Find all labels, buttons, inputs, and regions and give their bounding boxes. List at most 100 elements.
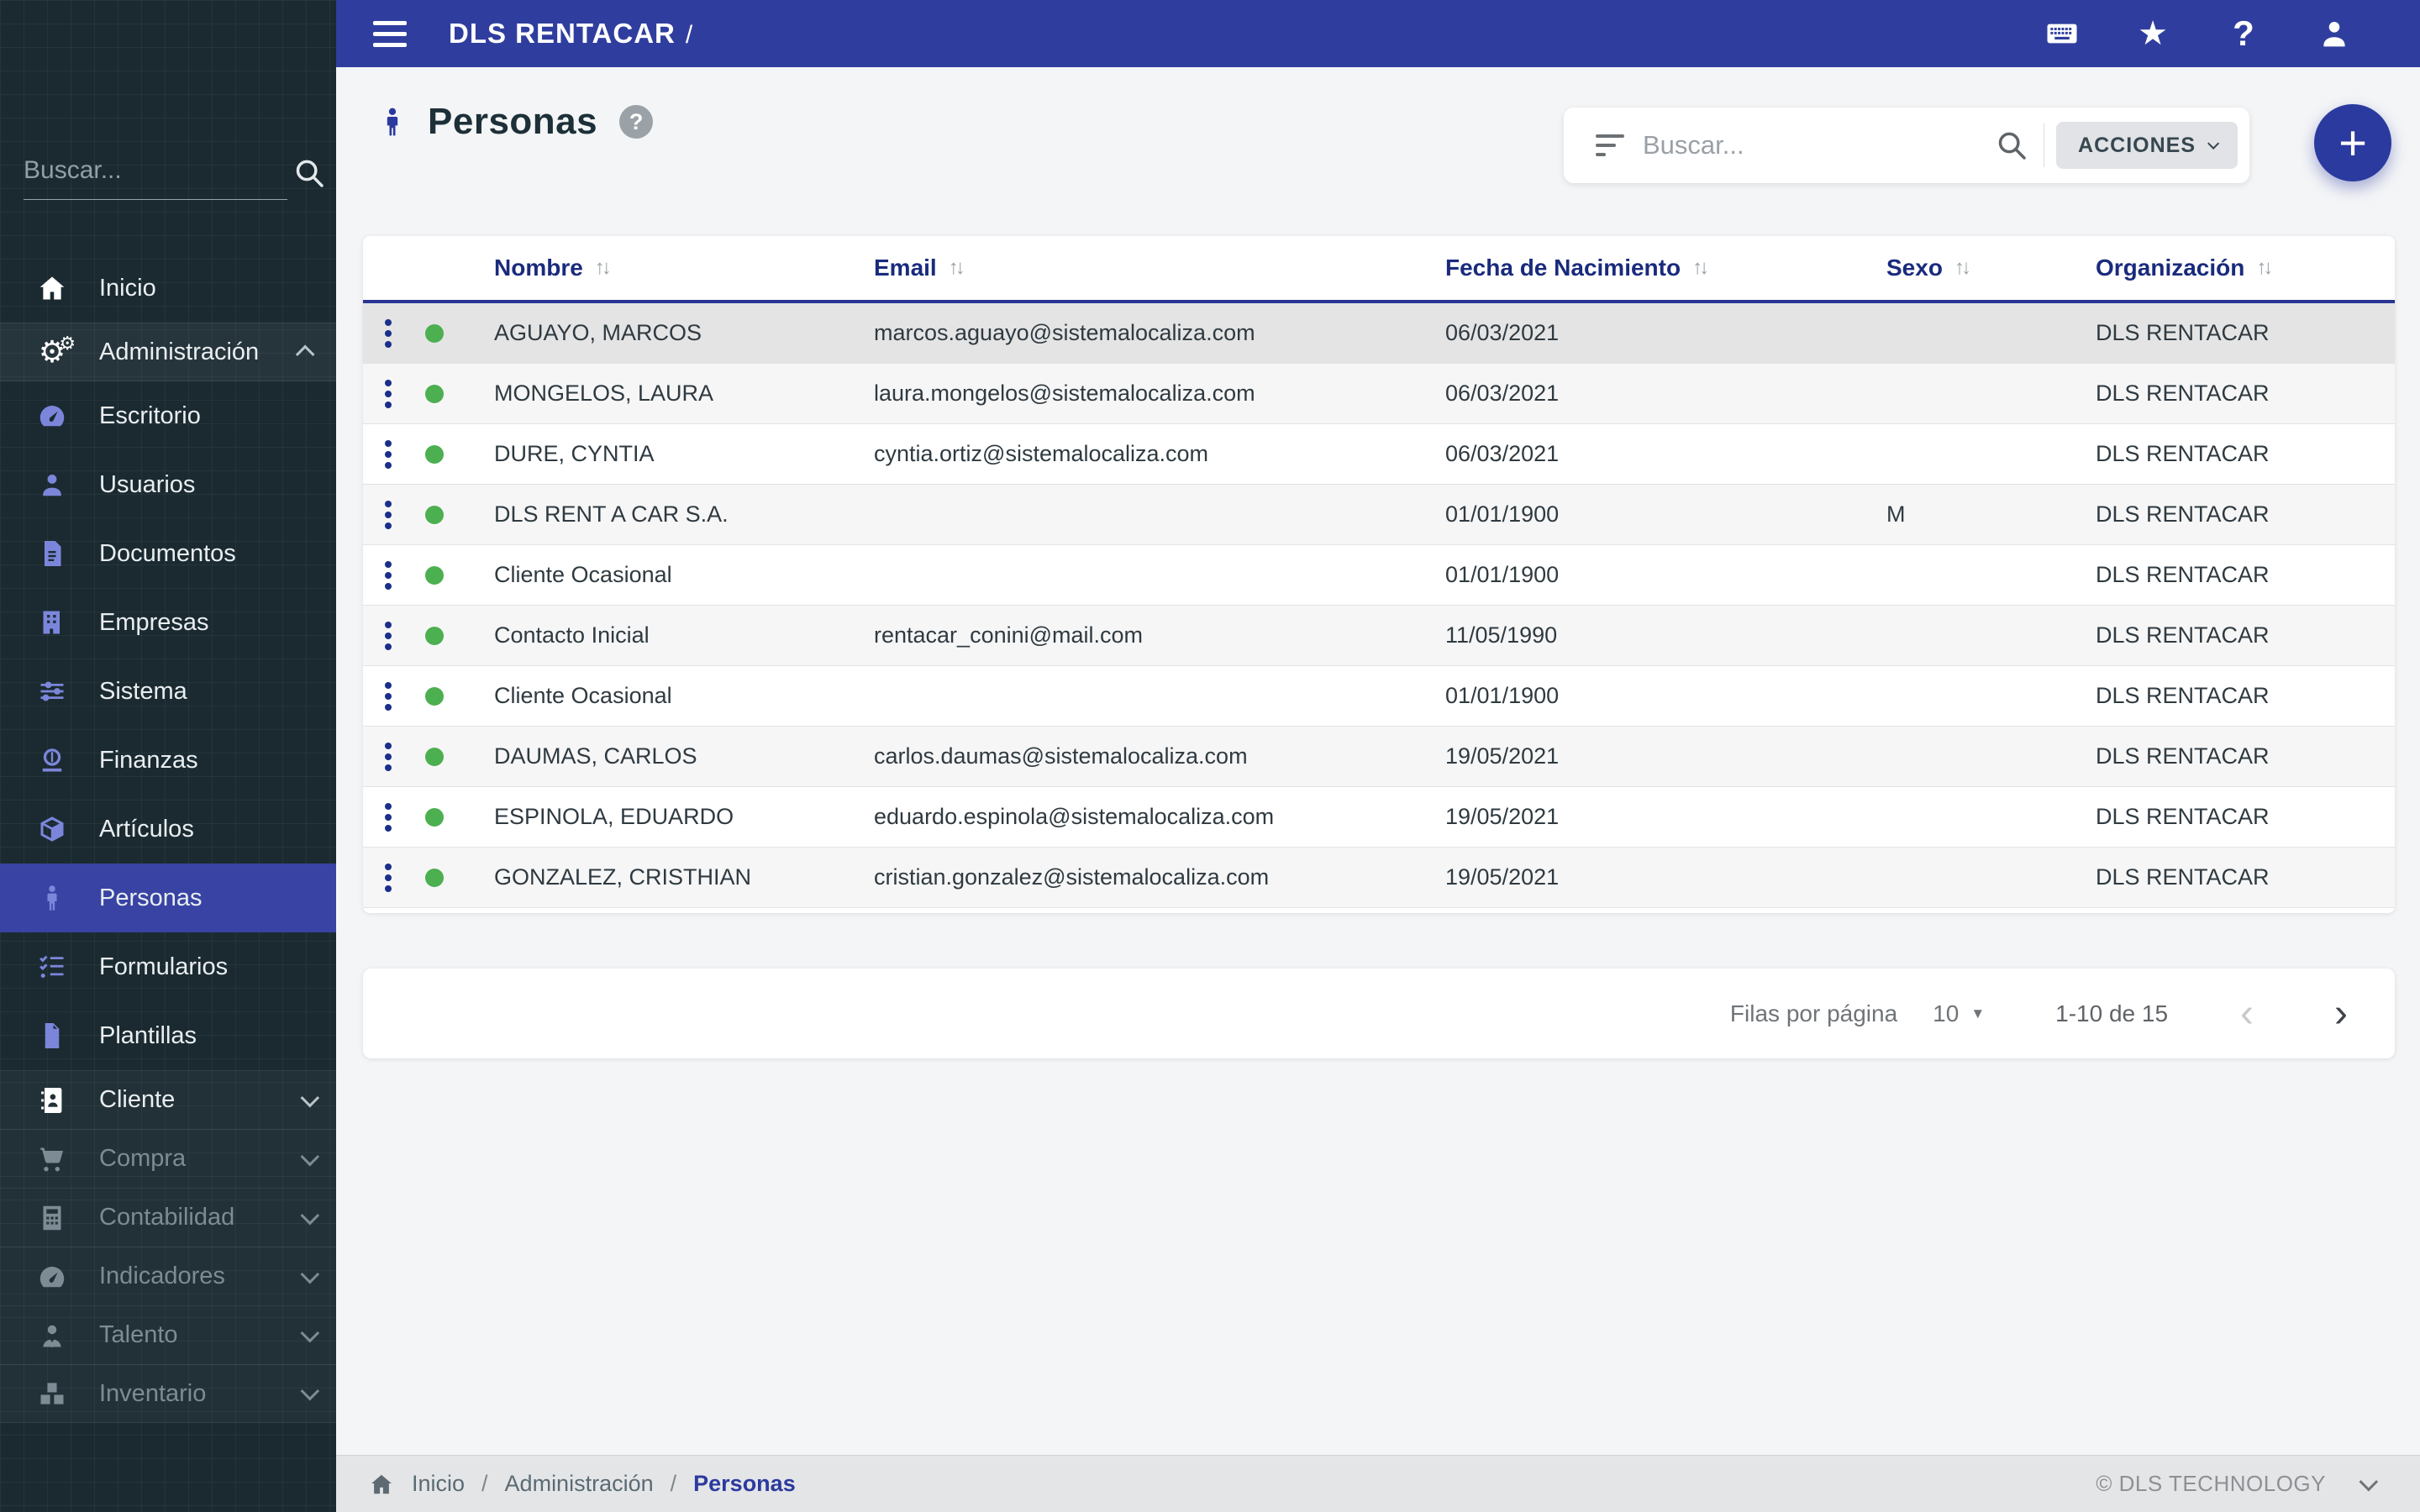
sort-icon[interactable]: ↑↓ [949,256,965,280]
status-dot [425,747,444,766]
column-header-organizacion[interactable]: Organización ↑↓ [2069,255,2395,281]
boxes-icon [34,1377,71,1410]
add-button[interactable]: + [2314,104,2391,181]
search-icon[interactable] [292,156,326,190]
cell-org: DLS RENTACAR [2096,501,2270,527]
cell-nombre: Cliente Ocasional [494,562,672,587]
breadcrumb-separator: / [670,1471,677,1496]
sidebar-item-finanzas[interactable]: Finanzas [0,726,336,795]
row-menu-icon[interactable] [380,738,397,776]
next-page-button[interactable]: › [2334,993,2348,1034]
row-menu-icon[interactable] [380,496,397,534]
column-header-email[interactable]: Email ↑↓ [850,255,1422,281]
column-header-nombre[interactable]: Nombre ↑↓ [464,255,850,281]
sidebar-item-label: Administración [99,338,260,365]
sort-icon[interactable]: ↑↓ [1692,256,1709,280]
page-header: Personas ? [376,101,654,143]
cell-nombre: ESPINOLA, EDUARDO [494,804,734,829]
row-menu-icon[interactable] [380,617,397,655]
checklist-icon [34,950,71,984]
sort-icon[interactable]: ↑↓ [595,256,612,280]
status-dot [425,323,444,343]
dropdown-caret-icon: ▼ [1970,1005,1986,1021]
cell-org: DLS RENTACAR [2096,320,2270,345]
cell-fecha: 19/05/2021 [1445,864,1560,890]
cell-nombre: Contacto Inicial [494,622,650,648]
row-menu-icon[interactable] [380,798,397,837]
sidebar-item-sistema[interactable]: Sistema [0,657,336,726]
row-menu-icon[interactable] [380,858,397,897]
page-help-icon[interactable]: ? [619,105,654,139]
sort-icon[interactable]: ↑↓ [2256,256,2273,280]
sidebar-item-inventario[interactable]: Inventario [0,1364,336,1423]
cell-org: DLS RENTACAR [2096,562,2270,587]
search-icon[interactable] [1995,129,2028,162]
keyboard-icon[interactable] [2044,15,2081,52]
contacts-icon [34,1084,71,1117]
home-icon[interactable] [368,1472,395,1497]
sidebar-item-label: Documentos [99,539,236,567]
actions-button[interactable]: ACCIONES [2056,122,2238,169]
chevron-down-icon[interactable] [2359,1472,2379,1491]
sidebar-item-compra[interactable]: Compra [0,1129,336,1188]
sidebar-item-empresas[interactable]: Empresas [0,588,336,657]
table-row[interactable]: Cliente Ocasional 01/01/1900 DLS RENTACA… [363,545,2395,606]
sidebar-item-escritorio[interactable]: Escritorio [0,381,336,450]
sidebar-item-label: Sistema [99,677,187,705]
footer: Inicio / Administración / Personas © DLS… [336,1455,2420,1512]
rows-per-page-select[interactable]: 10 ▼ [1933,1000,1985,1027]
filter-icon[interactable] [1596,134,1624,156]
footer-right: © DLS TECHNOLOGY [2096,1471,2420,1497]
column-header-sexo[interactable]: Sexo ↑↓ [1876,255,2069,281]
row-menu-icon[interactable] [380,677,397,716]
table-row[interactable]: DLS RENT A CAR S.A. 01/01/1900 M DLS REN… [363,485,2395,545]
table-row[interactable]: MONGELOS, LAURA laura.mongelos@sistemalo… [363,364,2395,424]
cell-nombre: AGUAYO, MARCOS [494,320,702,345]
cell-fecha: 01/01/1900 [1445,501,1560,527]
help-icon[interactable]: ? [2225,13,2262,53]
sidebar-item-indicadores[interactable]: Indicadores [0,1247,336,1305]
cell-email: cristian.gonzalez@sistemalocaliza.com [874,864,1270,890]
sidebar-item-usuarios[interactable]: Usuarios [0,450,336,519]
sidebar-search-input[interactable] [24,141,287,200]
cube-icon [34,812,71,846]
sidebar-item-cliente[interactable]: Cliente [0,1070,336,1129]
row-menu-icon[interactable] [380,435,397,474]
breadcrumb-administracion[interactable]: Administración [505,1471,654,1497]
table-row[interactable]: Cliente Ocasional 01/01/1900 DLS RENTACA… [363,666,2395,727]
sort-icon[interactable]: ↑↓ [1954,256,1971,280]
row-menu-icon[interactable] [380,314,397,353]
breadcrumb-separator: / [481,1471,488,1496]
cell-nombre: DURE, CYNTIA [494,441,655,466]
cell-fecha: 11/05/1990 [1445,622,1558,648]
star-icon[interactable]: ★ [2134,15,2171,52]
sidebar-item-administracion[interactable]: ⚙ ⚙ Administración [0,323,336,381]
sidebar-item-label: Personas [99,884,203,911]
sidebar-item-label: Indicadores [99,1263,225,1289]
prev-page-button[interactable]: ‹ [2240,993,2254,1034]
finance-icon [34,743,71,777]
sidebar-item-plantillas[interactable]: Plantillas [0,1001,336,1070]
gauge-icon [34,1260,71,1294]
breadcrumb-inicio[interactable]: Inicio [412,1471,465,1497]
sidebar-item-talento[interactable]: Talento [0,1305,336,1364]
sidebar-item-formularios[interactable]: Formularios [0,932,336,1001]
row-menu-icon[interactable] [380,375,397,413]
table-search-input[interactable] [1643,130,1996,160]
sidebar-item-personas[interactable]: Personas [0,864,336,932]
sidebar-item-inicio[interactable]: Inicio [0,254,336,323]
sidebar-item-contabilidad[interactable]: Contabilidad [0,1188,336,1247]
table-row[interactable]: DURE, CYNTIA cyntia.ortiz@sistemalocaliz… [363,424,2395,485]
table-row[interactable]: GONZALEZ, CRISTHIAN cristian.gonzalez@si… [363,848,2395,908]
menu-icon[interactable] [373,20,407,47]
sidebar-item-documentos[interactable]: Documentos [0,519,336,588]
sidebar-item-articulos[interactable]: Artículos [0,795,336,864]
row-menu-icon[interactable] [380,556,397,595]
table-row[interactable]: DAUMAS, CARLOS carlos.daumas@sistemaloca… [363,727,2395,787]
table-row[interactable]: AGUAYO, MARCOS marcos.aguayo@sistemaloca… [363,303,2395,364]
table-row[interactable]: ESPINOLA, EDUARDO eduardo.espinola@siste… [363,787,2395,848]
table-row[interactable]: Contacto Inicial rentacar_conini@mail.co… [363,606,2395,666]
chevron-down-icon [300,1205,320,1225]
user-icon[interactable] [2316,15,2353,52]
column-header-fecha-nacimiento[interactable]: Fecha de Nacimiento ↑↓ [1422,255,1876,281]
